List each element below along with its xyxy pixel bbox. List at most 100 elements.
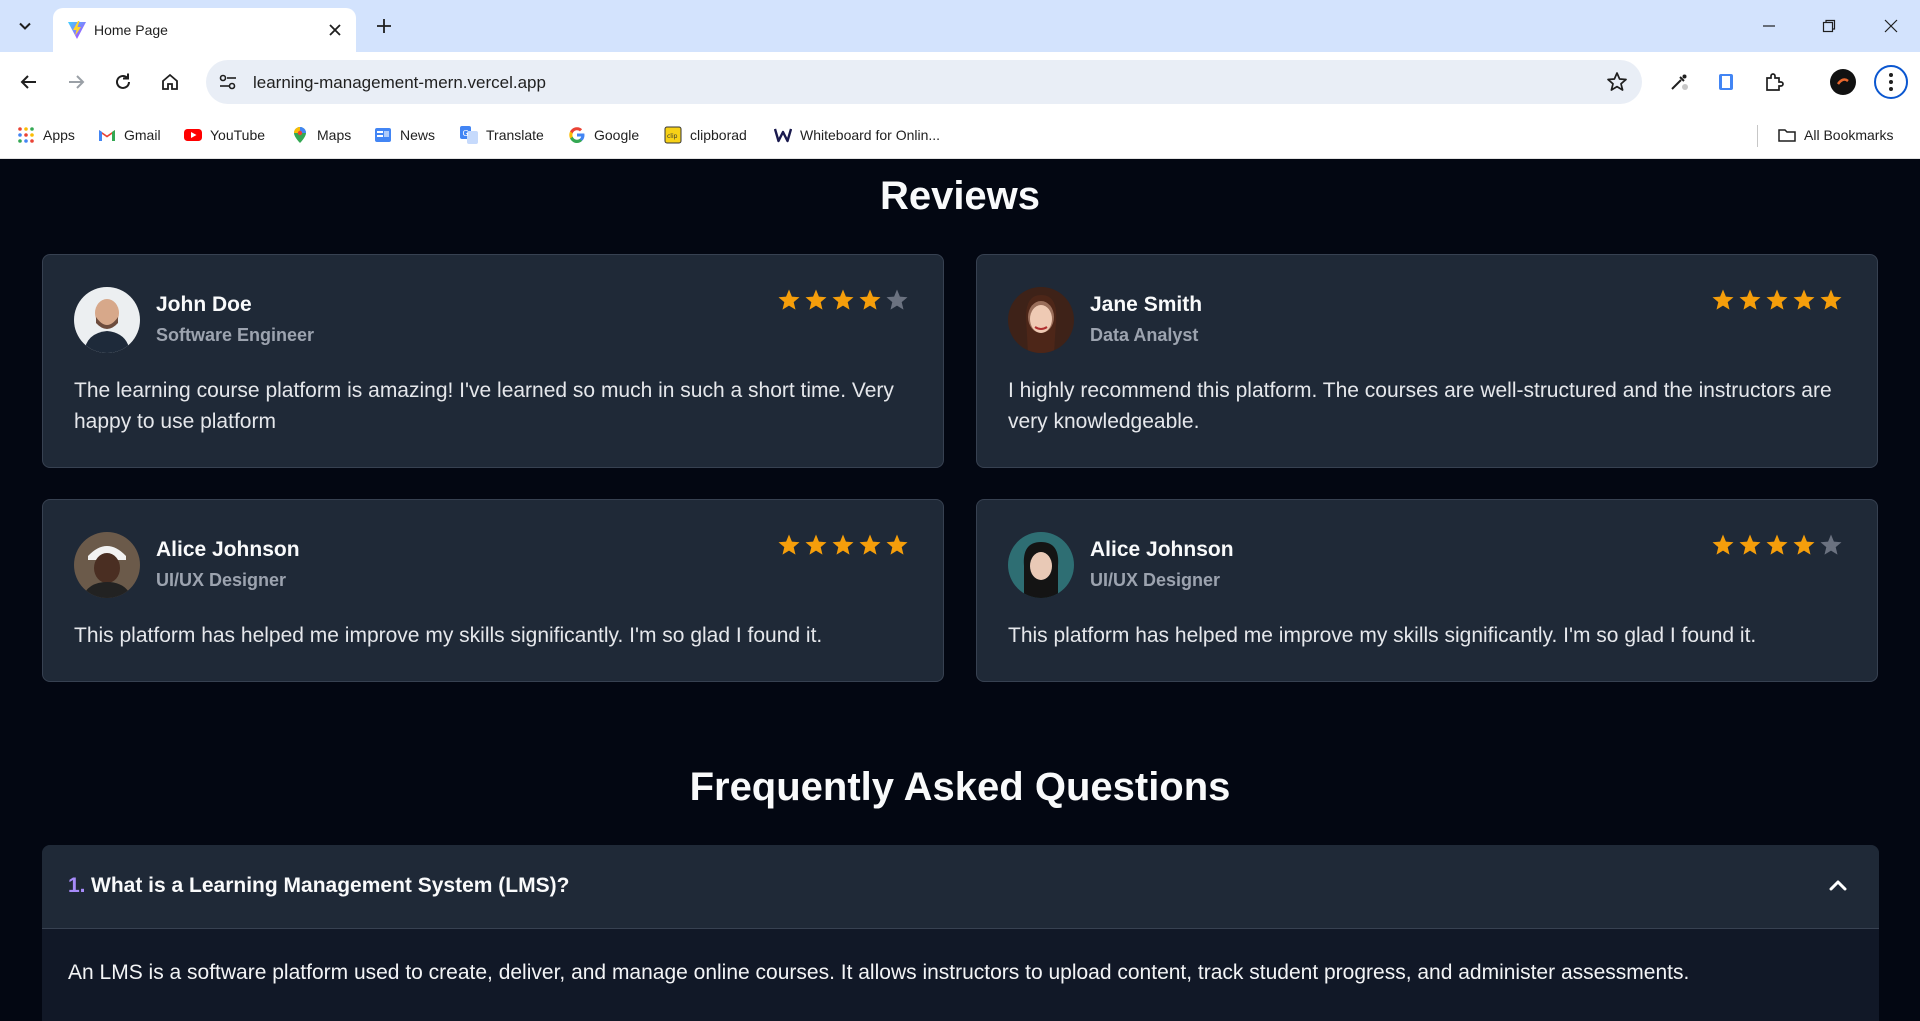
star-filled-icon — [778, 534, 800, 555]
bookmark-google[interactable]: Google — [568, 123, 639, 147]
arrow-left-icon — [20, 75, 36, 89]
reviewer-name: Alice Johnson — [1090, 538, 1234, 561]
eyedropper-icon — [1671, 74, 1688, 90]
tab-close-button[interactable] — [324, 19, 346, 41]
bookmark-gmail[interactable]: Gmail — [98, 123, 161, 147]
bookmark-whiteboard[interactable]: Whiteboard for Onlin... — [774, 123, 940, 147]
back-button[interactable] — [12, 65, 46, 99]
extension-pen-button[interactable] — [1662, 65, 1696, 99]
chevron-up-icon[interactable] — [1827, 875, 1849, 897]
close-icon — [1884, 19, 1898, 33]
folder-icon — [1778, 129, 1796, 142]
home-icon — [162, 73, 178, 90]
close-window-button[interactable] — [1876, 12, 1906, 40]
restore-button[interactable] — [1814, 12, 1844, 40]
review-card: Jane Smith Data Analyst I highly recomme… — [976, 254, 1878, 468]
home-button[interactable] — [153, 65, 187, 99]
star-filled-icon — [778, 289, 800, 310]
restore-icon — [1822, 19, 1836, 33]
extension-reader-button[interactable] — [1709, 65, 1743, 99]
bookmarks-divider — [1757, 125, 1758, 147]
bookmark-news[interactable]: News — [374, 123, 435, 147]
reload-button[interactable] — [106, 65, 140, 99]
bookmark-label: Gmail — [124, 127, 161, 143]
svg-text:clip: clip — [667, 133, 678, 140]
svg-text:G: G — [463, 129, 469, 138]
bookmark-apps[interactable]: Apps — [17, 123, 75, 147]
new-tab-button[interactable] — [370, 12, 398, 40]
faq-question: What is a Learning Management System (LM… — [91, 874, 570, 897]
star-filled-icon — [1739, 534, 1761, 555]
minimize-button[interactable] — [1754, 12, 1784, 40]
chrome-menu-button[interactable] — [1874, 65, 1908, 99]
avatar — [1008, 532, 1074, 598]
star-rating — [1711, 288, 1843, 312]
reviewer-name: John Doe — [156, 293, 252, 316]
review-text: The learning course platform is amazing!… — [74, 379, 894, 433]
bookmark-label: Maps — [317, 127, 352, 143]
news-icon — [375, 128, 391, 142]
star-filled-icon — [1793, 534, 1815, 555]
star-filled-icon — [832, 534, 854, 555]
star-filled-icon — [1766, 534, 1788, 555]
star-filled-icon — [886, 534, 908, 555]
faq-question-toggle[interactable]: 1. What is a Learning Management System … — [42, 845, 1879, 929]
reviewer-role: Software Engineer — [156, 325, 315, 345]
review-text: I highly recommend this platform. The co… — [1008, 379, 1832, 433]
bookmark-label: YouTube — [210, 127, 266, 143]
avatar — [74, 532, 140, 598]
bookmarks-bar: Apps Gmail YouTube Maps News G Translate… — [0, 113, 1920, 159]
bookmark-label: Apps — [43, 127, 75, 143]
browser-tab[interactable]: Home Page — [53, 8, 356, 52]
bookmark-youtube[interactable]: YouTube — [184, 123, 265, 147]
review-card: John Doe Software Engineer The learning … — [42, 254, 944, 468]
site-info-icon[interactable] — [218, 72, 238, 92]
reviewer-role: UI/UX Designer — [156, 570, 287, 590]
bookmark-clipboard[interactable]: clip clipborad — [664, 123, 747, 147]
url-text[interactable]: learning-management-mern.vercel.app — [253, 73, 546, 93]
vite-favicon-icon — [68, 21, 86, 39]
star-rating — [777, 533, 909, 557]
faq-item: 1. What is a Learning Management System … — [42, 845, 1879, 1021]
reviews-title: Reviews — [879, 174, 1041, 218]
all-bookmarks-button[interactable]: All Bookmarks — [1778, 123, 1893, 147]
faq-number: 1. — [68, 874, 86, 897]
avatar — [1008, 287, 1074, 353]
whiteboard-icon — [774, 128, 792, 143]
arrow-right-icon — [69, 75, 85, 89]
chevron-down-icon — [19, 22, 31, 30]
close-icon — [329, 24, 341, 36]
star-filled-icon — [805, 289, 827, 310]
forward-button[interactable] — [59, 65, 93, 99]
extensions-button[interactable] — [1757, 65, 1791, 99]
translate-icon: G — [460, 126, 478, 144]
star-filled-icon — [1712, 289, 1734, 310]
apps-grid-icon — [18, 127, 34, 143]
star-filled-icon — [1793, 289, 1815, 310]
star-rating — [777, 288, 909, 312]
faq-title: Frequently Asked Questions — [689, 765, 1231, 809]
star-rating — [1711, 533, 1843, 557]
avatar — [74, 287, 140, 353]
reviewer-photo — [74, 287, 140, 353]
google-icon — [569, 127, 585, 143]
tab-search-button[interactable] — [10, 12, 40, 40]
profile-button[interactable] — [1826, 65, 1860, 99]
star-filled-icon — [832, 289, 854, 310]
reviewer-name: Jane Smith — [1090, 293, 1203, 316]
review-card: Alice Johnson UI/UX Designer This platfo… — [42, 499, 944, 682]
star-filled-icon — [859, 289, 881, 310]
review-text: This platform has helped me improve my s… — [74, 624, 823, 647]
star-filled-icon — [805, 534, 827, 555]
clipboard-icon: clip — [664, 126, 682, 144]
bookmark-maps[interactable]: Maps — [291, 123, 351, 147]
puzzle-icon — [1766, 73, 1784, 91]
bookmark-star-icon[interactable] — [1606, 71, 1628, 93]
bookmark-label: clipborad — [690, 127, 747, 143]
bookmark-label: News — [400, 127, 436, 143]
address-bar[interactable]: learning-management-mern.vercel.app — [206, 60, 1642, 104]
star-filled-icon — [1820, 289, 1842, 310]
bookmark-translate[interactable]: G Translate — [460, 123, 544, 147]
reviewer-name: Alice Johnson — [156, 538, 300, 561]
reload-icon — [116, 73, 130, 89]
